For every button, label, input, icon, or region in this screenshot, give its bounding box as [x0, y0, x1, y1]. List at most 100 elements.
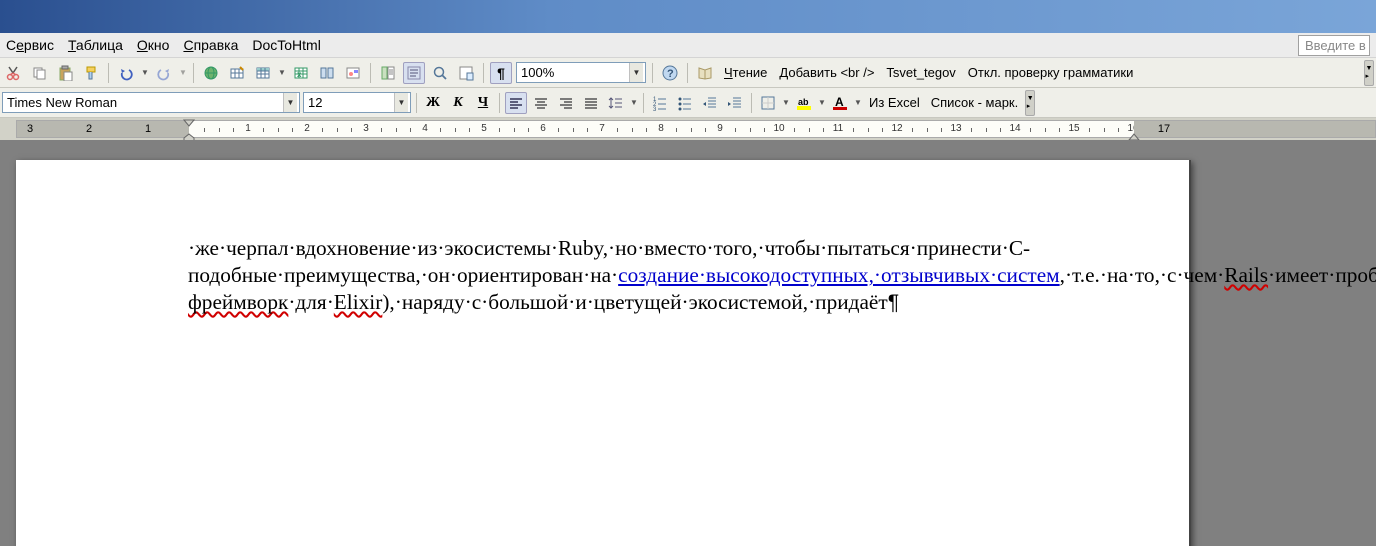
bullet-list-button[interactable]: Список - марк.	[927, 95, 1023, 110]
size-dropdown-arrow[interactable]: ▼	[394, 93, 408, 112]
tsvet-tegov-button[interactable]: Tsvet_tegov	[882, 65, 959, 80]
hyperlink-icon[interactable]	[200, 62, 222, 84]
align-right-icon[interactable]	[555, 92, 577, 114]
separator	[499, 93, 500, 113]
italic-button[interactable]: К	[447, 92, 469, 114]
menu-table[interactable]: Таблица	[68, 37, 123, 53]
copy-icon[interactable]	[28, 62, 50, 84]
bold-button[interactable]: Ж	[422, 92, 444, 114]
hyperlink[interactable]: создание·высокодоступных,·отзывчивых·сис…	[618, 263, 1059, 287]
font-size-input[interactable]	[304, 93, 394, 112]
zoom-combo[interactable]: ▼	[516, 62, 646, 83]
svg-text:?: ?	[667, 68, 674, 80]
help-search-input[interactable]: Введите в	[1298, 35, 1370, 56]
add-br-button[interactable]: Добавить <br />	[775, 65, 878, 80]
increase-indent-icon[interactable]	[724, 92, 746, 114]
zoom-input[interactable]	[517, 63, 629, 82]
ruler-num: 14	[1009, 123, 1020, 134]
indent-marker-top[interactable]	[183, 119, 195, 127]
document-workspace[interactable]: ·же·черпал·вдохновение·из·экосистемы·Rub…	[0, 140, 1376, 546]
font-dropdown-arrow[interactable]: ▼	[283, 93, 297, 112]
doc-map-icon[interactable]	[377, 62, 399, 84]
ruler-num: 1	[145, 123, 151, 135]
spacing-dropdown[interactable]: ▼	[630, 98, 638, 107]
align-justify-icon[interactable]	[580, 92, 602, 114]
separator	[483, 63, 484, 83]
read-button[interactable]: Чтение	[720, 65, 771, 80]
separator	[643, 93, 644, 113]
undo-dropdown[interactable]: ▼	[141, 68, 149, 77]
redo-dropdown[interactable]: ▼	[179, 68, 187, 77]
separator	[193, 63, 194, 83]
numbered-list-icon[interactable]: 123	[649, 92, 671, 114]
separator	[687, 63, 688, 83]
read-mode-icon[interactable]	[694, 62, 716, 84]
bullet-list-icon[interactable]	[674, 92, 696, 114]
ruler-num: 1	[245, 123, 251, 134]
highlight-dropdown[interactable]: ▼	[818, 98, 826, 107]
toolbar-options-icon[interactable]: ▼▸	[1025, 90, 1035, 116]
ruler-num: 8	[658, 123, 664, 134]
menu-help[interactable]: Справка	[183, 37, 238, 53]
menu-bar: Сервис Таблица Окно Справка DocToHtml Вв…	[0, 33, 1376, 58]
borders-dropdown[interactable]: ▼	[782, 98, 790, 107]
separator	[108, 63, 109, 83]
zoom-dropdown-arrow[interactable]: ▼	[629, 63, 643, 82]
decrease-indent-icon[interactable]	[699, 92, 721, 114]
ruler-num: 3	[27, 123, 33, 135]
ruler-num: 9	[717, 123, 723, 134]
ruler-num: 15	[1068, 123, 1079, 134]
show-formatting-icon[interactable]	[403, 62, 425, 84]
font-color-dropdown[interactable]: ▼	[854, 98, 862, 107]
format-painter-icon[interactable]	[80, 62, 102, 84]
svg-text:ab: ab	[798, 97, 809, 107]
menu-service[interactable]: Сервис	[6, 37, 54, 53]
drawing-icon[interactable]	[342, 62, 364, 84]
ruler-num: 7	[599, 123, 605, 134]
help-icon[interactable]: ?	[659, 62, 681, 84]
ruler-num: 17	[1158, 123, 1170, 135]
font-color-icon[interactable]: A	[829, 92, 851, 114]
highlight-icon[interactable]: ab	[793, 92, 815, 114]
menu-doctohtml[interactable]: DocToHtml	[252, 37, 320, 53]
toolbar-options-icon[interactable]: ▼▸	[1364, 60, 1374, 86]
document-body[interactable]: ·же·черпал·вдохновение·из·экосистемы·Rub…	[188, 235, 1133, 316]
cut-icon[interactable]	[2, 62, 24, 84]
pilcrow-icon[interactable]: ¶	[490, 62, 512, 84]
ruler-num: 11	[833, 123, 843, 134]
align-left-icon[interactable]	[505, 92, 527, 114]
ruler-num: 4	[422, 123, 428, 134]
menu-window[interactable]: Окно	[137, 37, 170, 53]
font-size-combo[interactable]: ▼	[303, 92, 411, 113]
from-excel-button[interactable]: Из Excel	[865, 95, 924, 110]
align-center-icon[interactable]	[530, 92, 552, 114]
svg-text:x: x	[297, 70, 302, 79]
ruler-num: 12	[891, 123, 902, 134]
title-bar	[0, 0, 1376, 33]
horizontal-ruler[interactable]: 3 2 1 12345678910111213141516 17	[16, 120, 1376, 138]
borders-icon[interactable]	[757, 92, 779, 114]
grammar-off-button[interactable]: Откл. проверку грамматики	[964, 65, 1138, 80]
text-run: Rails	[1224, 263, 1268, 287]
undo-icon[interactable]	[115, 62, 137, 84]
underline-button[interactable]: Ч	[472, 92, 494, 114]
ruler-num: 10	[773, 123, 784, 134]
redo-icon[interactable]	[153, 62, 175, 84]
pilcrow-mark: ¶	[888, 290, 899, 314]
line-spacing-icon[interactable]	[605, 92, 627, 114]
font-input[interactable]	[3, 93, 283, 112]
show-hide-icon[interactable]	[455, 62, 477, 84]
tables-borders-icon[interactable]	[226, 62, 248, 84]
insert-table-icon[interactable]	[252, 62, 274, 84]
zoom-icon[interactable]	[429, 62, 451, 84]
ruler-num: 2	[86, 123, 92, 135]
ruler-num: 6	[540, 123, 546, 134]
columns-icon[interactable]	[316, 62, 338, 84]
formatting-toolbar: ▼ ▼ Ж К Ч ▼ 123 ▼ ab ▼ A ▼ Из Excel Спис…	[0, 88, 1376, 118]
ruler-num: 5	[481, 123, 487, 134]
insert-excel-icon[interactable]: x	[290, 62, 312, 84]
font-combo[interactable]: ▼	[2, 92, 300, 113]
separator	[416, 93, 417, 113]
paste-icon[interactable]	[54, 62, 76, 84]
table-dropdown[interactable]: ▼	[278, 68, 286, 77]
